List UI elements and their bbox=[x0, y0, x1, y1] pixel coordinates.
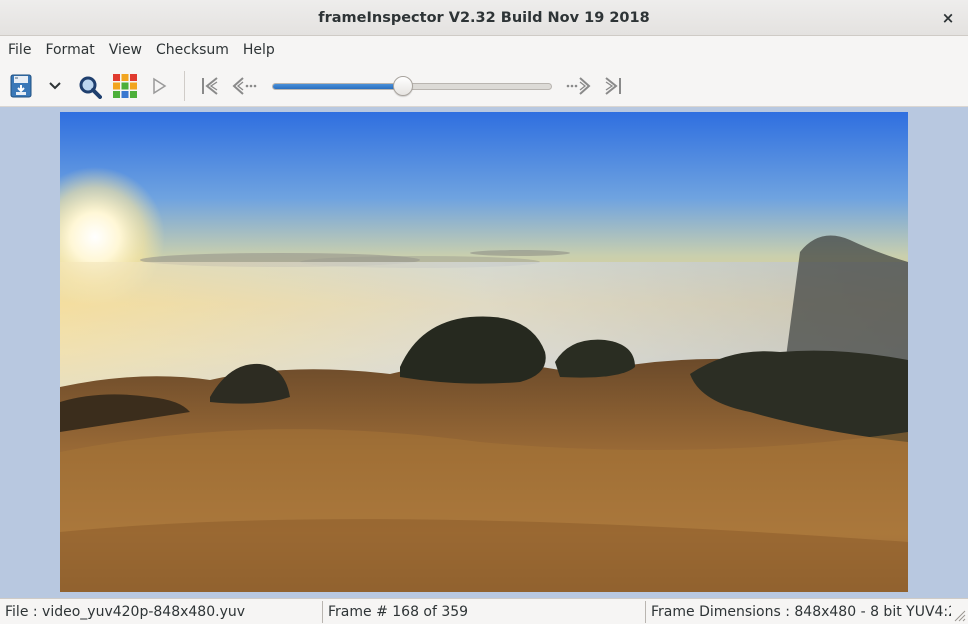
first-frame-icon bbox=[202, 77, 218, 95]
status-frame: Frame # 168 of 359 bbox=[328, 603, 469, 620]
macroblock-grid-button[interactable] bbox=[111, 72, 139, 100]
resize-grip-icon[interactable] bbox=[952, 608, 966, 622]
save-options-dropdown[interactable] bbox=[44, 75, 66, 97]
app-window: frameInspector V2.32 Build Nov 19 2018 ×… bbox=[0, 0, 968, 624]
next-frame-icon bbox=[566, 77, 591, 95]
previous-frame-button[interactable] bbox=[230, 74, 258, 98]
window-title: frameInspector V2.32 Build Nov 19 2018 bbox=[318, 9, 650, 26]
video-frame bbox=[60, 112, 908, 592]
menu-help[interactable]: Help bbox=[236, 36, 282, 65]
next-frame-button[interactable] bbox=[565, 74, 593, 98]
title-bar[interactable]: frameInspector V2.32 Build Nov 19 2018 × bbox=[0, 0, 968, 36]
play-button[interactable] bbox=[148, 75, 170, 97]
status-bar: File : video_yuv420p-848x480.yuv Frame #… bbox=[0, 598, 968, 624]
frame-viewer[interactable] bbox=[0, 107, 968, 598]
previous-frame-icon bbox=[232, 77, 257, 95]
grid-icon bbox=[113, 74, 137, 98]
menu-file[interactable]: File bbox=[1, 36, 38, 65]
close-icon: × bbox=[941, 9, 955, 27]
menu-checksum[interactable]: Checksum bbox=[149, 36, 236, 65]
last-frame-icon bbox=[605, 77, 621, 95]
save-button[interactable] bbox=[8, 72, 34, 100]
toolbar bbox=[0, 65, 968, 107]
menu-format[interactable]: Format bbox=[38, 36, 101, 65]
save-icon bbox=[10, 74, 32, 98]
zoom-button[interactable] bbox=[76, 73, 104, 101]
frame-slider-handle[interactable] bbox=[393, 76, 414, 96]
status-dimensions: Frame Dimensions : 848x480 - 8 bit YUV4:… bbox=[651, 603, 951, 620]
last-frame-button[interactable] bbox=[600, 74, 626, 98]
status-file: File : video_yuv420p-848x480.yuv bbox=[5, 603, 246, 620]
frame-slider-fill bbox=[273, 84, 404, 89]
close-button[interactable]: × bbox=[938, 8, 958, 28]
toolbar-separator bbox=[184, 71, 185, 101]
chevron-down-icon bbox=[49, 82, 61, 90]
first-frame-button[interactable] bbox=[197, 74, 223, 98]
landscape-image bbox=[60, 112, 908, 592]
menu-view[interactable]: View bbox=[102, 36, 149, 65]
menu-bar: File Format View Checksum Help bbox=[0, 36, 968, 65]
magnifier-icon bbox=[79, 76, 102, 99]
play-icon bbox=[153, 77, 167, 95]
